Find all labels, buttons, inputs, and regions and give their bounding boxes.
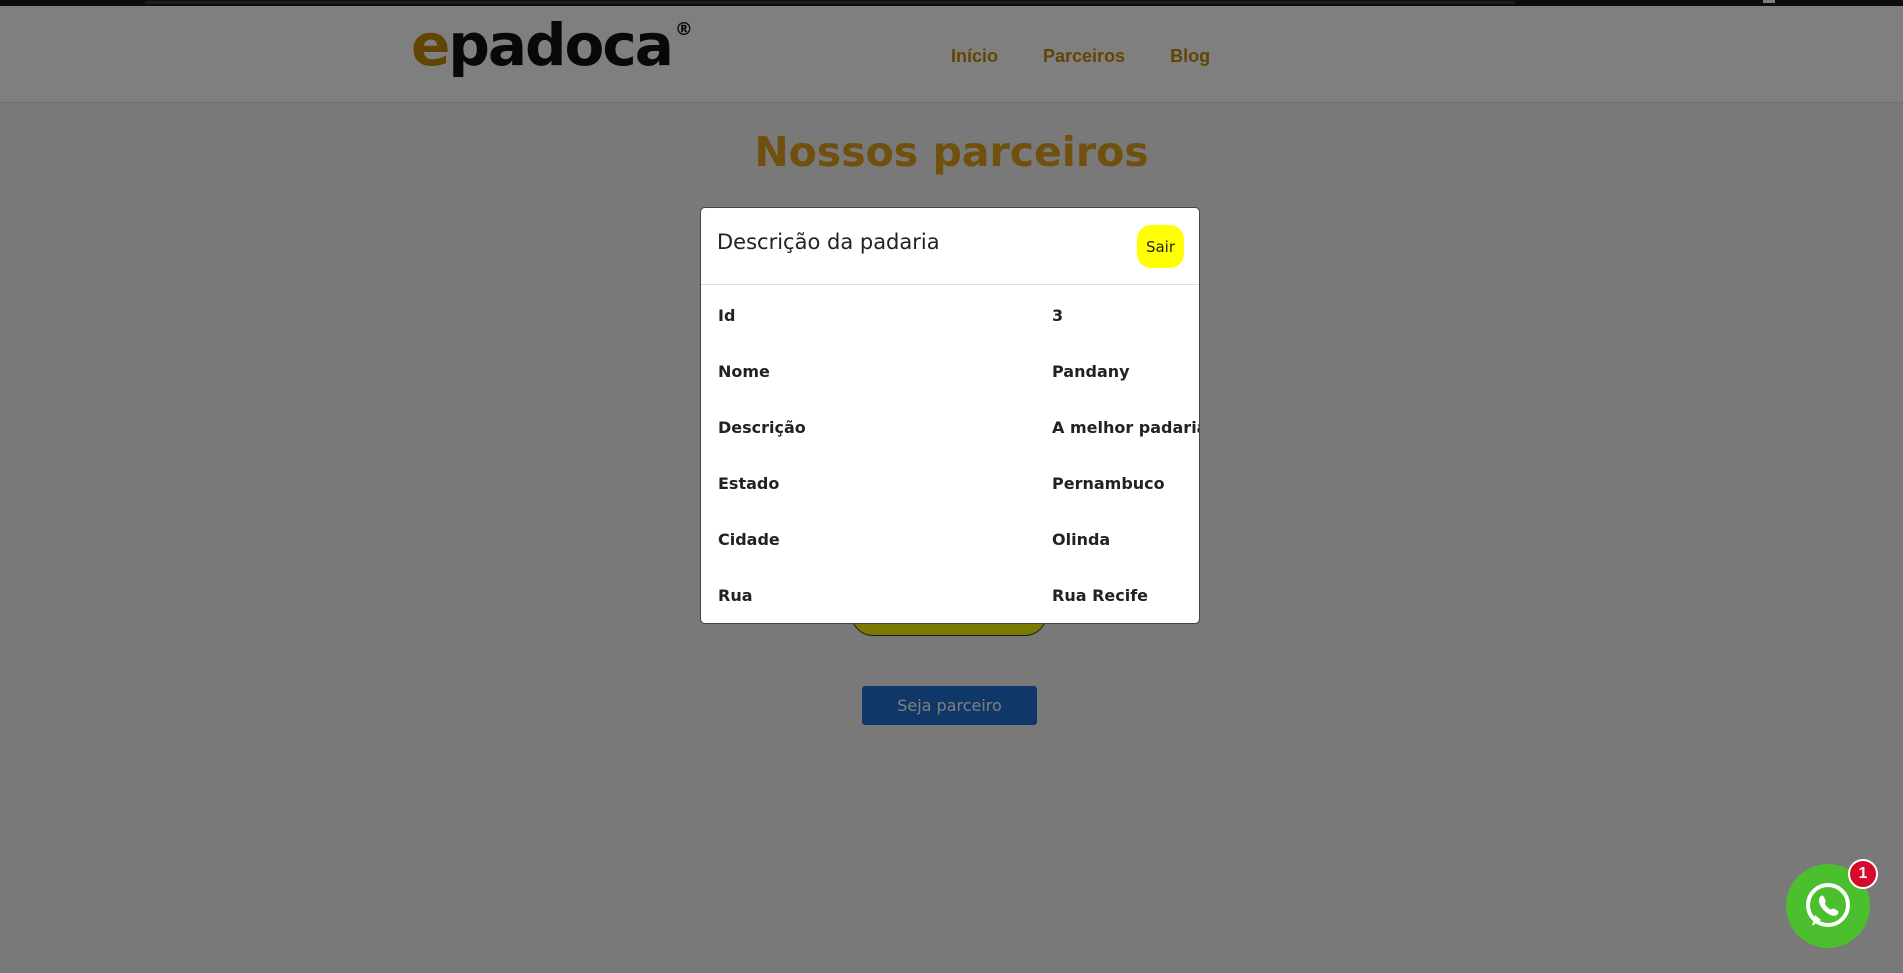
detail-value: Rua Recife bbox=[1052, 586, 1149, 605]
whatsapp-icon bbox=[1806, 883, 1850, 927]
modal-header: Descrição da padaria Sair bbox=[701, 208, 1199, 285]
detail-value: 3 bbox=[1052, 306, 1064, 325]
detail-label: Id bbox=[718, 306, 736, 325]
detail-label: Cidade bbox=[718, 530, 780, 549]
detail-value: Olinda bbox=[1052, 530, 1111, 549]
detail-value: Pandany bbox=[1052, 362, 1130, 381]
notification-badge: 1 bbox=[1848, 859, 1878, 889]
detail-row: Rua Rua Recife bbox=[701, 586, 1199, 616]
detail-value: A melhor padaria bbox=[1052, 418, 1200, 437]
detail-row: Descrição A melhor padaria bbox=[701, 418, 1200, 448]
detail-label: Rua bbox=[718, 586, 753, 605]
detail-row: Id 3 bbox=[701, 306, 1199, 336]
detail-row: Estado Pernambuco bbox=[701, 474, 1199, 504]
detail-label: Estado bbox=[718, 474, 780, 493]
detail-label: Nome bbox=[718, 362, 770, 381]
detail-row: Nome Pandany bbox=[701, 362, 1199, 392]
detail-row: Cidade Olinda bbox=[701, 530, 1199, 560]
bakery-details-modal: Descrição da padaria Sair Id 3 Nome Pand… bbox=[700, 207, 1200, 624]
detail-value: Pernambuco bbox=[1052, 474, 1165, 493]
modal-title: Descrição da padaria bbox=[717, 230, 940, 254]
detail-label: Descrição bbox=[718, 418, 806, 437]
sair-button[interactable]: Sair bbox=[1137, 225, 1184, 268]
